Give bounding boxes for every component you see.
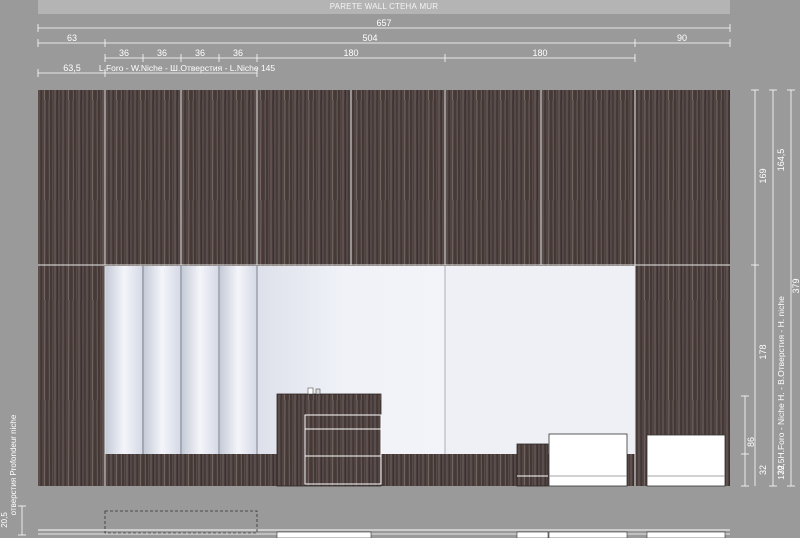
left-depth-lines <box>18 505 26 536</box>
plan-unit <box>548 531 628 538</box>
dim-slot-3: 36 <box>195 48 205 58</box>
niche-slot-4 <box>220 266 256 454</box>
plan-unit <box>516 531 549 538</box>
dim-plinth-a: 32 <box>758 465 768 475</box>
dim-slot-2: 36 <box>157 48 167 58</box>
drawer-cabinet <box>276 387 382 487</box>
dim-niche-depth: 20,5 <box>0 512 9 528</box>
small-cabinet <box>516 443 549 487</box>
niche-slot-1 <box>106 266 142 454</box>
dim-slot-4: 36 <box>233 48 243 58</box>
niche-right-panel <box>445 266 635 454</box>
niche-slot-3 <box>182 266 218 454</box>
dim-overall-width: 657 <box>376 18 391 28</box>
white-unit-1 <box>548 433 628 487</box>
left-dimension-labels: отверстия Profondeur niche 20,5 <box>0 414 18 528</box>
dim-right-margin: 90 <box>677 33 687 43</box>
plan-view <box>38 510 730 538</box>
wall-elevation-drawing: 657 63 504 90 36 36 36 36 180 180 63,5 L… <box>0 18 800 538</box>
dim-middle-width: 504 <box>362 33 377 43</box>
dim-niche-depth-label: отверстия Profondeur niche <box>9 414 18 515</box>
dim-total-height: 379 <box>791 278 800 293</box>
dim-slot-1: 36 <box>119 48 129 58</box>
dim-section-2: 180 <box>532 48 547 58</box>
tap-fixture <box>307 387 314 395</box>
dim-upper-height: 169 <box>758 168 768 183</box>
tap-fixture <box>315 388 321 395</box>
dim-section-1: 180 <box>343 48 358 58</box>
dim-niche-height-label: 179,5H.Foro - Niche H. - В.Отверстия - H… <box>776 296 786 480</box>
plan-cabinet <box>276 531 372 538</box>
right-dimension-lines <box>741 89 795 487</box>
niche-slot-2 <box>144 266 180 454</box>
white-unit-2 <box>646 434 726 487</box>
top-dimension-labels: 657 63 504 90 36 36 36 36 180 180 63,5 L… <box>63 18 687 73</box>
dim-niche-label: L.Foro - W.Niche - Ш.Отверстия - L.Niche… <box>99 63 276 73</box>
dim-niche-height: 178 <box>758 344 768 359</box>
dim-plinth-b: 32 <box>776 465 786 475</box>
plan-unit <box>646 531 726 538</box>
dim-left-margin: 63 <box>67 33 77 43</box>
dim-upper-height-alt: 164,5 <box>776 149 786 172</box>
dim-niche-offset: 63,5 <box>63 63 81 73</box>
dim-cabinet-height: 86 <box>746 437 756 447</box>
